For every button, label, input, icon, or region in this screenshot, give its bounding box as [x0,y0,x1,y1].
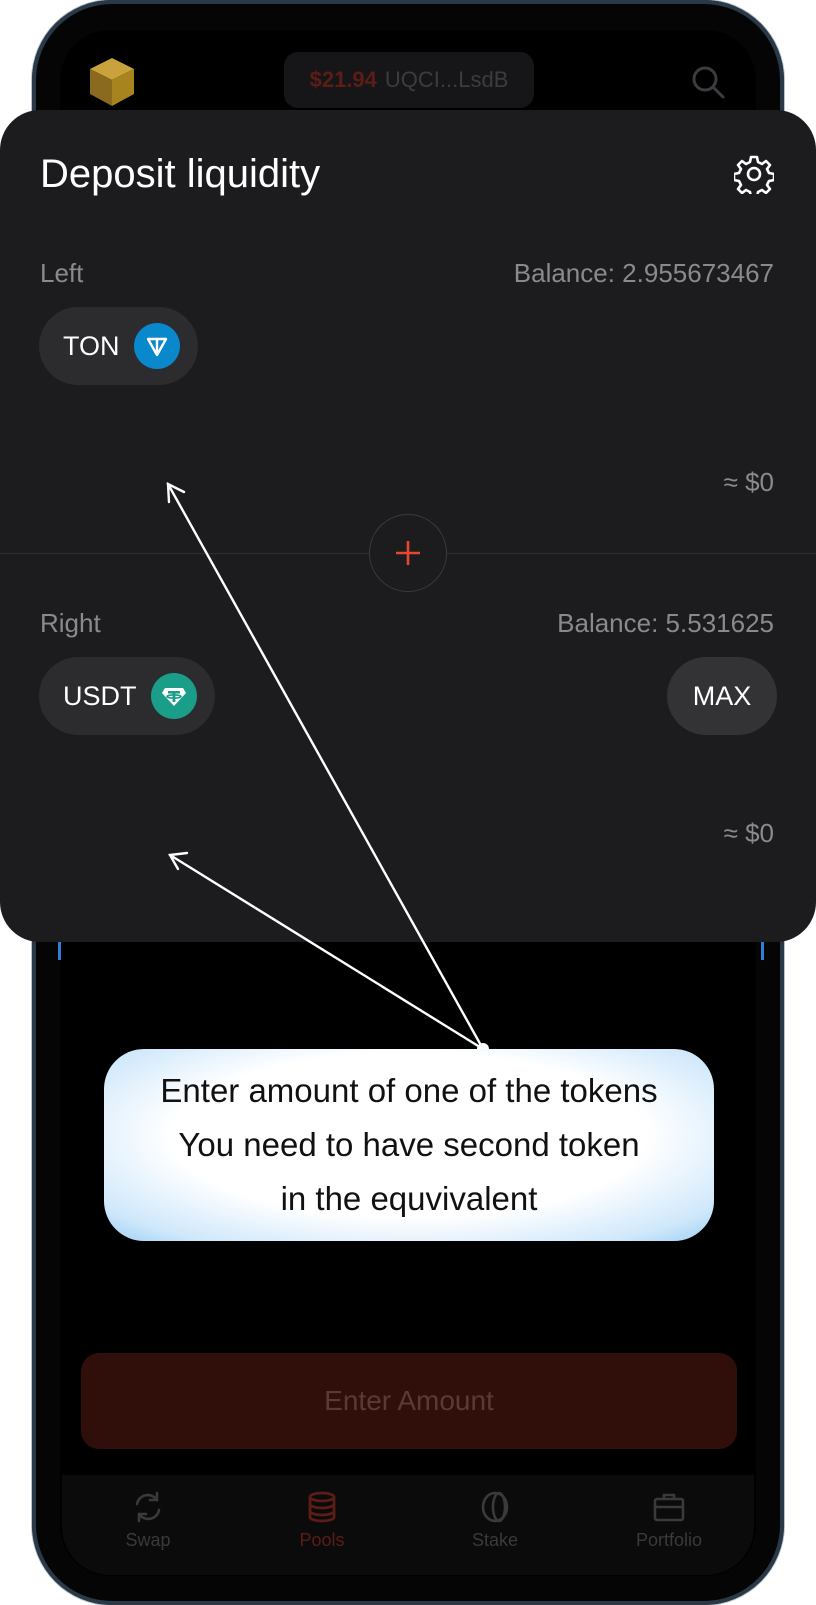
right-token-selector[interactable]: USDT [39,657,215,735]
wallet-balance: $21.94 [309,67,377,92]
left-usd-value: ≈ $0 [723,467,774,497]
nav-item-swap[interactable]: Swap [88,1490,208,1551]
callout-line-3: in the equvivalent [280,1180,538,1217]
wallet-address: UQCI...LsdB [384,67,509,92]
wallet-pill[interactable]: $21.94 UQCI...LsdB [284,52,534,108]
plus-icon [396,541,420,565]
left-token-selector[interactable]: TON [39,307,198,385]
nav-label-portfolio: Portfolio [635,1530,703,1550]
search-icon[interactable] [688,62,728,102]
usdt-icon [150,673,197,719]
stake-icon [481,1491,509,1523]
add-button[interactable] [369,514,447,592]
left-token-name: TON [63,330,120,361]
max-button[interactable]: MAX [667,657,777,735]
briefcase-icon [653,1493,685,1522]
callout-line-1: Enter amount of one of the tokens [160,1072,658,1109]
ton-icon [133,323,180,369]
swap-icon [135,1491,161,1523]
nav-item-stake[interactable]: Stake [435,1490,555,1551]
right-label: Right [40,608,101,638]
gear-icon[interactable] [734,154,774,194]
pools-icon [308,1491,336,1523]
cube-avatar-icon[interactable] [88,56,136,108]
nav-label-swap: Swap [125,1530,171,1550]
right-balance[interactable]: Balance: 5.531625 [557,608,774,639]
nav-label-pools: Pools [299,1530,345,1550]
right-token-name: USDT [63,680,137,711]
nav-item-portfolio[interactable]: Portfolio [609,1490,729,1551]
left-balance[interactable]: Balance: 2.955673467 [514,258,774,289]
page-title: Deposit liquidity [40,152,321,196]
enter-amount-button[interactable]: Enter Amount [81,1353,737,1449]
callout-line-2: You need to have second token [178,1126,640,1163]
tooltip-callout: Enter amount of one of the tokens You ne… [104,1049,714,1241]
nav-item-pools[interactable]: Pools [262,1490,382,1551]
left-label: Left [40,258,84,288]
right-usd-value: ≈ $0 [723,818,774,848]
nav-label-stake: Stake [471,1530,519,1550]
